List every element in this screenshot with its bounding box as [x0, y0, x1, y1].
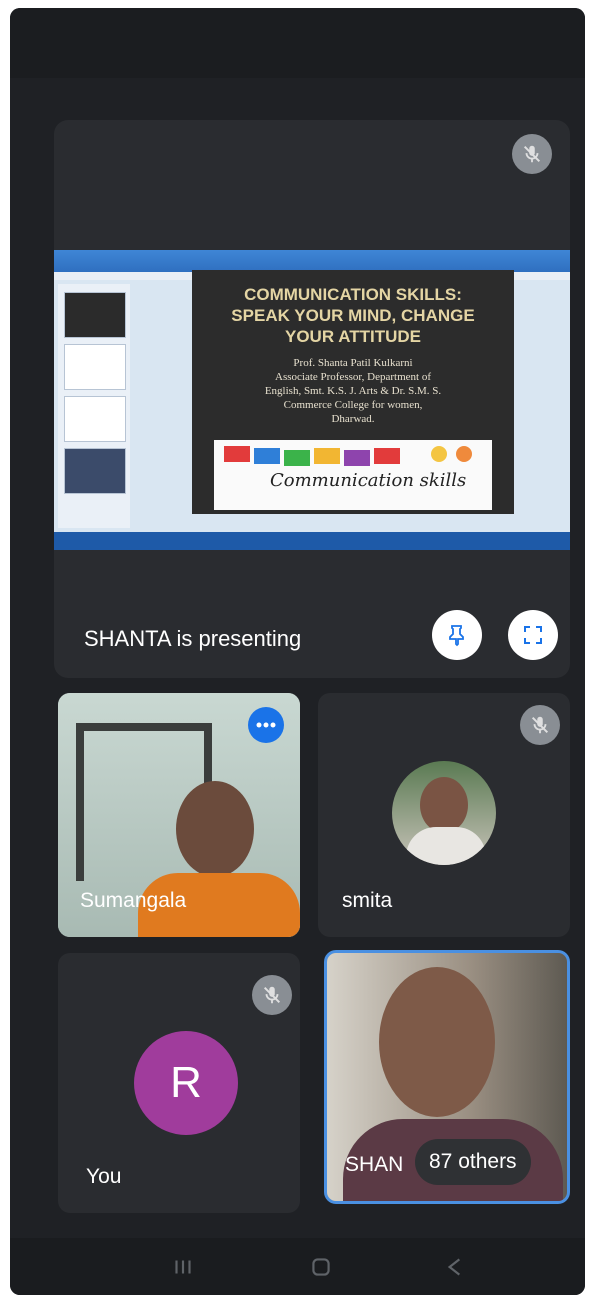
recent-apps-button[interactable]	[170, 1254, 196, 1285]
back-button[interactable]	[442, 1254, 468, 1285]
participant-tile-sumangala[interactable]: Sumangala	[58, 693, 300, 937]
speaking-dots-icon	[248, 707, 284, 743]
participant-name: SHAN	[345, 1153, 404, 1176]
participant-name: smita	[342, 889, 393, 912]
current-slide: COMMUNICATION SKILLS: SPEAK YOUR MIND, C…	[192, 270, 514, 514]
home-icon	[312, 1258, 330, 1276]
participant-tile-shanta[interactable]: SHAN 87 others	[324, 950, 570, 1204]
shared-screen: COMMUNICATION SKILLS: SPEAK YOUR MIND, C…	[54, 250, 570, 550]
slide-thumbnails	[58, 284, 130, 528]
back-icon	[447, 1258, 460, 1276]
slide-thumbnail	[64, 344, 126, 390]
person-head	[420, 777, 468, 833]
meet-window: COMMUNICATION SKILLS: SPEAK YOUR MIND, C…	[10, 8, 585, 1295]
avatar	[392, 761, 496, 865]
participant-tile-you[interactable]: R You	[58, 953, 300, 1213]
slide-thumbnail	[64, 448, 126, 494]
participant-name: You	[86, 1165, 122, 1188]
mic-off-icon	[252, 975, 292, 1015]
pin-icon	[449, 625, 464, 647]
slide-title-line: SPEAK YOUR MIND, CHANGE	[231, 306, 475, 325]
slide-image-caption: Communication skills	[270, 470, 467, 491]
presentation-tile[interactable]: COMMUNICATION SKILLS: SPEAK YOUR MIND, C…	[54, 120, 570, 678]
ppt-ribbon	[54, 250, 570, 272]
top-bar	[10, 8, 585, 78]
avatar: R	[134, 1031, 238, 1135]
others-count-chip[interactable]: 87 others	[415, 1139, 531, 1185]
fullscreen-icon	[524, 626, 542, 644]
slide-body: Prof. Shanta Patil Kulkarni Associate Pr…	[212, 356, 494, 426]
slide-thumbnail	[64, 396, 126, 442]
person-head	[379, 967, 495, 1117]
participant-tile-smita[interactable]: smita	[318, 693, 570, 937]
slide-title-line: YOUR ATTITUDE	[285, 327, 421, 346]
fullscreen-button[interactable]	[508, 610, 558, 660]
slide-line: Associate Professor, Department of	[275, 371, 431, 383]
person-head	[176, 781, 254, 877]
slide-line: English, Smt. K.S. J. Arts & Dr. S.M. S.	[264, 385, 442, 397]
slide-title-line: COMMUNICATION SKILLS:	[244, 285, 462, 304]
slide-title: COMMUNICATION SKILLS: SPEAK YOUR MIND, C…	[192, 284, 514, 347]
slide-line: Dharwad.	[331, 413, 375, 425]
slide-line: Commerce College for women,	[283, 399, 423, 411]
mic-off-icon	[520, 705, 560, 745]
person-body	[406, 827, 486, 865]
windows-taskbar	[54, 532, 570, 550]
recent-apps-icon	[175, 1260, 191, 1274]
slide-author: Prof. Shanta Patil Kulkarni	[293, 357, 413, 369]
slide-image: Communication skills	[214, 440, 492, 510]
navigation-bar	[10, 1238, 585, 1295]
presenting-label: SHANTA is presenting	[84, 626, 302, 651]
home-button[interactable]	[308, 1254, 334, 1285]
participant-name: Sumangala	[80, 889, 187, 912]
mic-off-icon	[512, 134, 552, 174]
pin-button[interactable]	[432, 610, 482, 660]
slide-thumbnail	[64, 292, 126, 338]
